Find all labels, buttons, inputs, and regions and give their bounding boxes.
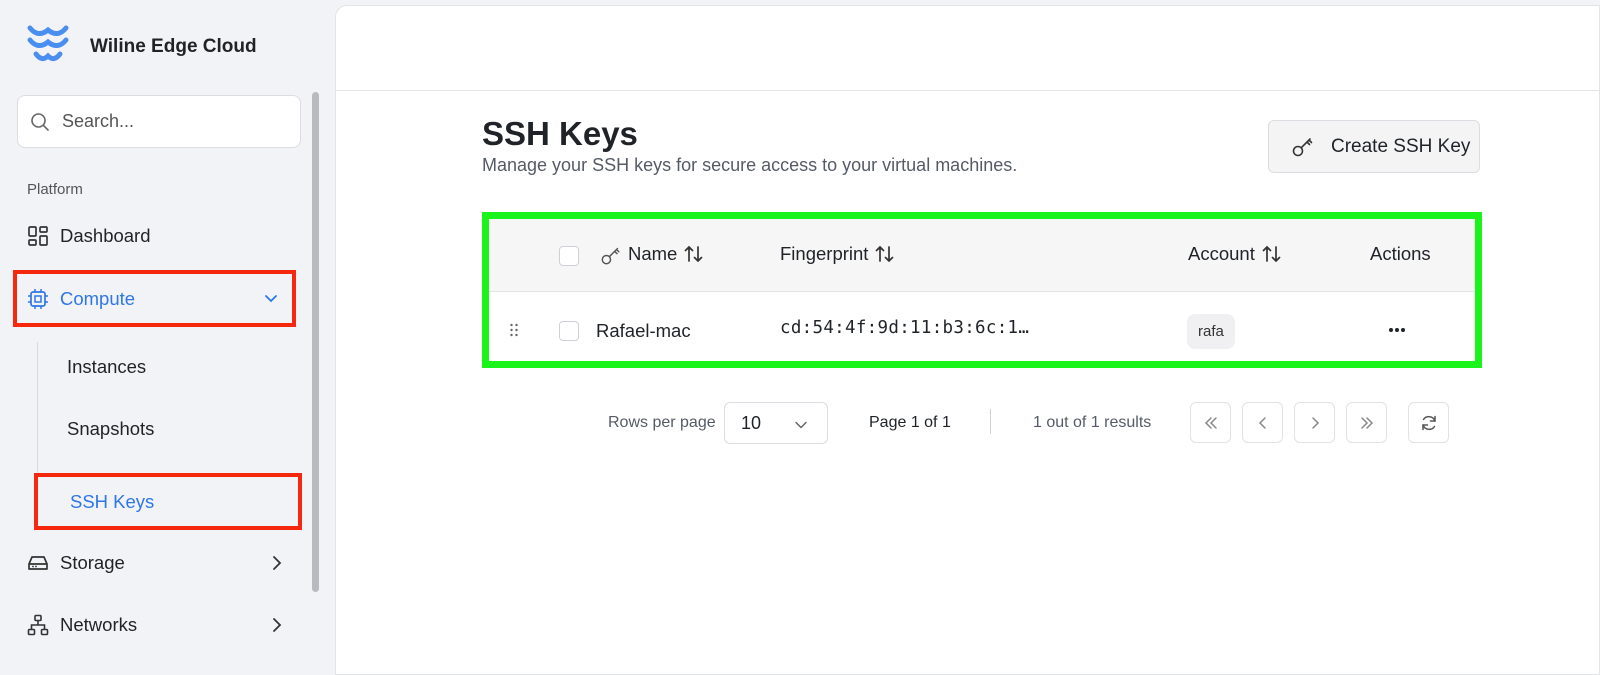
refresh-button[interactable] [1408,402,1449,443]
create-ssh-key-label: Create SSH Key [1331,135,1471,157]
brand-name: Wiline Edge Cloud [90,36,257,57]
chevrons-right-icon [1360,416,1373,429]
sidebar-item-label: Networks [60,614,138,635]
rows-per-page-label: Rows per page [608,414,716,431]
last-page-button[interactable] [1346,402,1387,443]
chevron-left-icon [1258,416,1266,429]
network-icon [27,614,49,636]
sidebar-subitem-instances[interactable]: Instances [67,356,146,378]
column-header-label: Name [628,243,678,264]
previous-page-button[interactable] [1242,402,1283,443]
row-checkbox[interactable] [559,321,579,341]
sidebar-item-label: Compute [60,287,136,309]
column-header-name[interactable]: Name [628,243,705,265]
sidebar-subitem-ssh-keys[interactable]: SSH Keys [34,473,302,530]
table-row[interactable]: Rafael-mac cd:54:4f:9d:11:b3:6c:1… rafa [489,292,1475,368]
sidebar-item-dashboard[interactable]: Dashboard [14,208,302,264]
results-count: 1 out of 1 results [1033,414,1152,431]
drag-handle-icon[interactable] [509,322,519,338]
column-header-account[interactable]: Account [1188,243,1283,265]
rows-per-page-value: 10 [741,412,762,433]
refresh-icon [1421,415,1436,430]
search-input[interactable] [62,111,282,132]
pagination-divider [990,409,991,434]
sidebar-item-networks[interactable]: Networks [14,597,302,653]
page-info: Page 1 of 1 [869,414,951,431]
chevron-right-icon [273,556,282,570]
ssh-keys-table: Name Fingerprint Account Actions Rafael-… [482,212,1482,368]
cell-fingerprint: cd:54:4f:9d:11:b3:6c:1… [780,318,1030,338]
sort-icon [876,245,894,263]
sidebar-scrollbar[interactable] [312,92,319,592]
sidebar-item-label: Storage [60,552,125,573]
cpu-icon [28,288,48,309]
column-header-label: Actions [1370,243,1431,264]
search-box[interactable] [17,95,301,148]
column-header-label: Fingerprint [780,243,869,264]
more-actions-icon[interactable] [1382,318,1412,342]
cell-name: Rafael-mac [596,320,691,341]
brand[interactable]: Wiline Edge Cloud [26,24,257,68]
page-subtitle: Manage your SSH keys for secure access t… [482,155,1018,175]
main-content: SSH Keys Manage your SSH keys for secure… [335,5,1600,675]
sidebar-subitem-label: SSH Keys [70,490,155,512]
sidebar-subitem-snapshots[interactable]: Snapshots [67,418,154,440]
search-icon [31,112,49,131]
create-ssh-key-button[interactable]: Create SSH Key [1268,120,1480,173]
chevrons-left-icon [1204,416,1217,429]
page-title: SSH Keys [482,115,638,152]
sidebar-item-storage[interactable]: Storage [14,535,302,591]
key-icon [601,247,620,265]
sidebar-item-label: Dashboard [60,225,151,246]
wiline-logo-icon [27,25,69,62]
table-header: Name Fingerprint Account Actions [489,219,1475,292]
key-icon [1292,137,1313,156]
column-header-actions: Actions [1370,243,1431,265]
select-all-checkbox[interactable] [559,246,579,266]
account-badge: rafa [1187,314,1235,349]
first-page-button[interactable] [1190,402,1231,443]
chevron-right-icon [273,618,282,632]
chevron-down-icon [265,295,277,303]
rows-per-page-select[interactable]: 10 [724,402,828,444]
section-label-platform: Platform [27,181,83,198]
sort-icon [685,245,703,263]
sort-icon [1262,245,1281,263]
column-header-fingerprint[interactable]: Fingerprint [780,243,896,265]
chevron-right-icon [1311,416,1319,429]
chevron-down-icon [795,421,807,429]
header-divider [336,90,1599,91]
column-header-label: Account [1188,243,1255,264]
next-page-button[interactable] [1294,402,1335,443]
sidebar-item-compute[interactable]: Compute [13,270,296,327]
hard-drive-icon [28,556,48,570]
dashboard-icon [28,226,48,246]
sidebar: Wiline Edge Cloud Platform Dashboard Com… [0,0,319,675]
